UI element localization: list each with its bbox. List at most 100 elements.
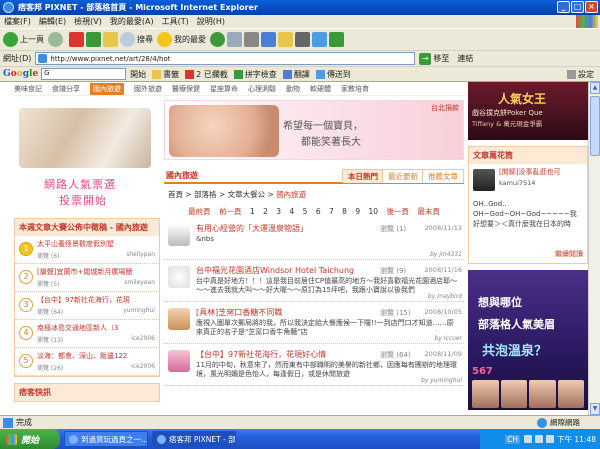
article-title[interactable]: 有用心經營的「大運溫泉物語」 [196,223,308,234]
stop-icon[interactable] [69,32,84,47]
page-number[interactable]: 6 [316,207,321,216]
go-button[interactable]: → 移至 [419,52,449,65]
ranking-user[interactable]: ice2006 [131,335,155,344]
breadcrumb-blog[interactable]: 部落格 [194,190,217,199]
home-icon[interactable] [103,32,118,47]
refresh-icon[interactable] [86,32,101,47]
page-first[interactable]: 最前頁 [188,207,211,216]
nav-item[interactable]: 星座算命 [210,84,238,94]
page-number[interactable]: 3 [276,207,281,216]
google-search-input[interactable]: G [41,68,127,80]
menu-edit[interactable]: 編輯(E) [39,16,66,27]
breadcrumb-board[interactable]: 文章大餐公 [228,190,266,199]
page-number[interactable]: 2 [263,207,268,216]
article-author[interactable]: by yuminghui [421,377,462,384]
ranking-item[interactable]: 2 [攝聲]宜蘭市+閱城新月廣場簡 瀏覽 (5) smileyean [15,264,159,292]
page-next[interactable]: 後一頁 [386,207,409,216]
charity-banner[interactable]: 希望每一個寶貝， 都能笑著長大 台北捐款 [164,100,464,160]
nav-item[interactable]: 食譜分享 [52,84,80,94]
page-number[interactable]: 7 [329,207,334,216]
scroll-down-icon[interactable]: ▼ [590,403,600,415]
maximize-button[interactable]: □ [571,1,584,13]
banner-tag[interactable]: 台北捐款 [431,103,459,113]
folder-icon[interactable] [278,32,293,47]
page-last[interactable]: 最末頁 [417,207,440,216]
minimize-button[interactable]: _ [557,1,570,13]
menu-file[interactable]: 檔案(F) [4,16,31,27]
translate-button[interactable]: 翻譯 [282,69,310,80]
google-go-button[interactable]: 開始 [130,69,146,80]
ranking-user[interactable]: shellypan [126,251,155,260]
article-thumbnail[interactable] [168,266,190,288]
edit-icon[interactable] [261,32,276,47]
address-input[interactable]: http://www.pixnet.net/art/28/4/hot [35,52,416,65]
article-title[interactable]: 台中福光花園酒店Windsor Hotel Taichung [196,265,354,276]
vertical-scrollbar[interactable]: ▲ ▼ [588,82,600,415]
research-icon[interactable] [312,32,327,47]
article-thumbnail[interactable] [168,224,190,246]
close-button[interactable]: × [585,1,598,13]
nav-item[interactable]: 動物 [286,84,300,94]
scrollbar-thumb[interactable] [590,96,600,156]
menu-tools[interactable]: 工具(T) [162,16,189,27]
ranking-title[interactable]: 【台中】97新社花海行，花現 [37,295,155,305]
page-number[interactable]: 10 [369,207,379,216]
language-indicator[interactable]: CH [505,434,520,444]
article-thumbnail[interactable] [168,350,190,372]
back-button[interactable]: 上一頁 [3,32,44,47]
article-author[interactable]: by maybird [428,293,462,300]
ranking-title[interactable]: 太平山養怪景觀度假別墅 [37,239,155,249]
article-thumbnail[interactable] [168,308,190,330]
send-to-button[interactable]: 傳送到 [315,69,351,80]
ranking-title[interactable]: [攝聲]宜蘭市+閱城新月廣場簡 [37,267,155,277]
ranking-item[interactable]: 5 淡海：都會、深山、飯邊122 瀏覽 (26) ice2006 [15,348,159,376]
menu-view[interactable]: 檢視(V) [74,16,102,27]
spellcheck-button[interactable]: 拼字檢查 [233,69,277,80]
tray-icon[interactable] [535,435,543,443]
nav-item[interactable]: 美味食記 [14,84,42,94]
volume-icon[interactable] [546,435,554,443]
tab-daily-hot[interactable]: 本日熱門 [342,169,384,183]
popup-blocked-button[interactable]: 2 已攔截 [185,69,228,80]
article-author[interactable]: by jm4331 [430,251,462,258]
poker-queen-ad[interactable]: 人氣女王 戲谷撲克餅Poker Que Tiffany & 萬元現金爭霸 [468,82,588,140]
read-more-link[interactable]: 繼續閱讀 [555,249,583,259]
avatar[interactable] [473,169,495,191]
start-button[interactable]: 開始 [0,429,60,449]
page-number[interactable]: 9 [355,207,360,216]
messenger-icon[interactable] [295,32,310,47]
article-author[interactable]: by Iccoer [435,335,462,342]
favorites-button[interactable]: 我的最愛 [157,32,206,47]
article-title[interactable]: [具林]芝窯口香糖不同職 [196,307,282,318]
page-number[interactable]: 1 [250,207,255,216]
search-button[interactable]: 搜尋 [120,32,153,47]
kaleidoscope-item-title[interactable]: [閒聊]没事亂逛也可 [499,167,560,177]
page-number[interactable]: 8 [342,207,347,216]
scroll-up-icon[interactable]: ▲ [590,82,600,94]
ranking-user[interactable]: yuminghui [123,307,155,316]
nav-item[interactable]: 家教培育 [341,84,369,94]
ranking-item[interactable]: 1 太平山養怪景觀度假別墅 瀏覽 (6) shellypan [15,236,159,264]
vote-banner[interactable]: 網路人氣票選 投票開始 [14,100,160,214]
ranking-title[interactable]: 南極冰島交通地區新人（3 [37,323,155,333]
nav-item[interactable]: 心理測驗 [248,84,276,94]
article-title[interactable]: 【台中】97新社花海行，花現好心情 [196,349,326,360]
ranking-title[interactable]: 淡海：都會、深山、飯邊122 [37,351,155,361]
nav-item-active[interactable]: 國內旅遊 [90,82,124,95]
tab-recommended[interactable]: 推薦文章 [422,169,464,183]
nav-item[interactable]: 國外旅遊 [134,84,162,94]
nav-item[interactable]: 軟硬體 [310,84,331,94]
page-prev[interactable]: 前一頁 [219,207,242,216]
ranking-user[interactable]: ice2006 [131,363,155,372]
menu-favorites[interactable]: 我的最愛(A) [110,16,154,27]
mail-icon[interactable] [227,32,242,47]
nav-item[interactable]: 醫療保健 [172,84,200,94]
taskbar-item-active[interactable]: 痞客邦 PIXNET - 部... [152,431,236,447]
kaleidoscope-item-user[interactable]: kamui7514 [499,179,535,187]
tab-recent[interactable]: 最近更新 [382,169,424,183]
page-number[interactable]: 4 [289,207,294,216]
google-settings-button[interactable]: 設定 [567,69,594,80]
taskbar-item[interactable]: 到過貨玩過頁之一... [64,431,148,447]
msn-icon[interactable] [329,32,344,47]
breadcrumb-home[interactable]: 首頁 [168,190,183,199]
